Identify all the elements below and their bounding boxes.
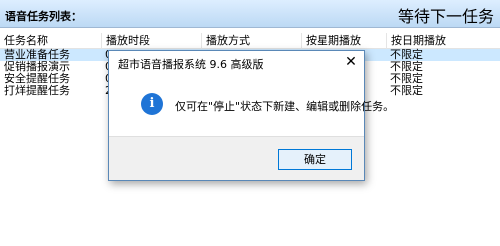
column-header-date[interactable]: 按日期播放 xyxy=(386,33,500,49)
task-list-title: 语音任务列表： xyxy=(5,10,82,23)
info-icon: i xyxy=(141,93,163,115)
dialog-titlebar[interactable]: 超市语音播报系统 9.6 高级版 ✕ xyxy=(109,51,364,73)
dialog-body: i 仅可在"停止"状态下新建、编辑或删除任务。 xyxy=(109,73,394,137)
dialog-footer: 确定 xyxy=(109,136,364,180)
column-header-task-name[interactable]: 任务名称 xyxy=(0,33,101,49)
close-icon[interactable]: ✕ xyxy=(340,53,362,71)
cell-date: 不限定 xyxy=(390,84,423,97)
task-list-header: 语音任务列表： 等待下一任务 xyxy=(0,0,500,28)
column-header-weekday[interactable]: 按星期播放 xyxy=(301,33,386,49)
table-header: 任务名称 播放时段 播放方式 按星期播放 按日期播放 xyxy=(0,33,500,49)
dialog-message: 仅可在"停止"状态下新建、编辑或删除任务。 xyxy=(175,100,395,113)
ok-button[interactable]: 确定 xyxy=(278,149,352,170)
playback-status: 等待下一任务 xyxy=(397,7,494,26)
message-dialog: 超市语音播报系统 9.6 高级版 ✕ i 仅可在"停止"状态下新建、编辑或删除任… xyxy=(108,50,394,181)
column-header-play-period[interactable]: 播放时段 xyxy=(101,33,201,49)
dialog-title: 超市语音播报系统 9.6 高级版 xyxy=(118,58,264,71)
cell-task-name: 打烊提醒任务 xyxy=(4,84,70,97)
column-header-play-mode[interactable]: 播放方式 xyxy=(201,33,301,49)
